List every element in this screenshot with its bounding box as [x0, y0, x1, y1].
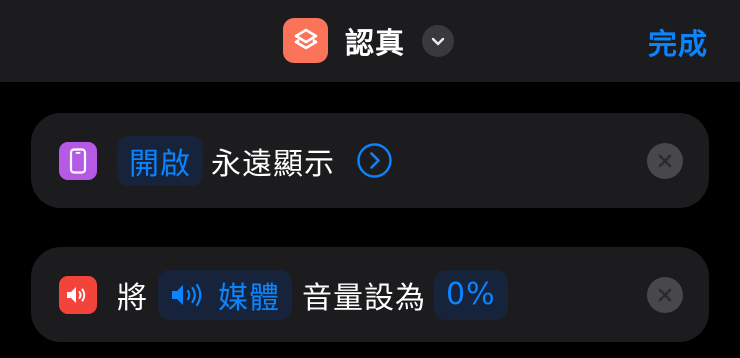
- title-group[interactable]: 認真: [283, 18, 455, 63]
- shortcuts-icon[interactable]: [283, 18, 328, 63]
- done-button[interactable]: 完成: [648, 21, 708, 63]
- iphone-icon: [59, 141, 97, 180]
- setting-label: 永遠顯示: [211, 146, 335, 182]
- chevron-down-icon[interactable]: [422, 24, 455, 57]
- volume-target-label: 媒體: [218, 280, 280, 316]
- header-bar: 認真 完成: [0, 0, 740, 82]
- chevron-right-circle-icon[interactable]: [357, 143, 392, 178]
- remove-action-button[interactable]: [647, 143, 683, 179]
- volume-target-token[interactable]: 媒體: [158, 269, 292, 320]
- speaker-icon: [59, 275, 97, 314]
- close-icon: [658, 288, 672, 302]
- prefix-label: 將: [117, 280, 148, 316]
- remove-action-button[interactable]: [647, 277, 683, 313]
- middle-label: 音量設為: [302, 280, 426, 316]
- speaker-wave-icon: [172, 283, 202, 306]
- shortcut-title[interactable]: 認真: [345, 20, 405, 62]
- close-icon: [658, 154, 672, 168]
- toggle-verb-token[interactable]: 開啟: [117, 135, 203, 186]
- volume-value-token[interactable]: 0%: [434, 269, 508, 320]
- action-card-always-on[interactable]: 開啟 永遠顯示: [31, 113, 709, 208]
- action-card-volume[interactable]: 將 媒體 音量設為 0%: [31, 247, 709, 342]
